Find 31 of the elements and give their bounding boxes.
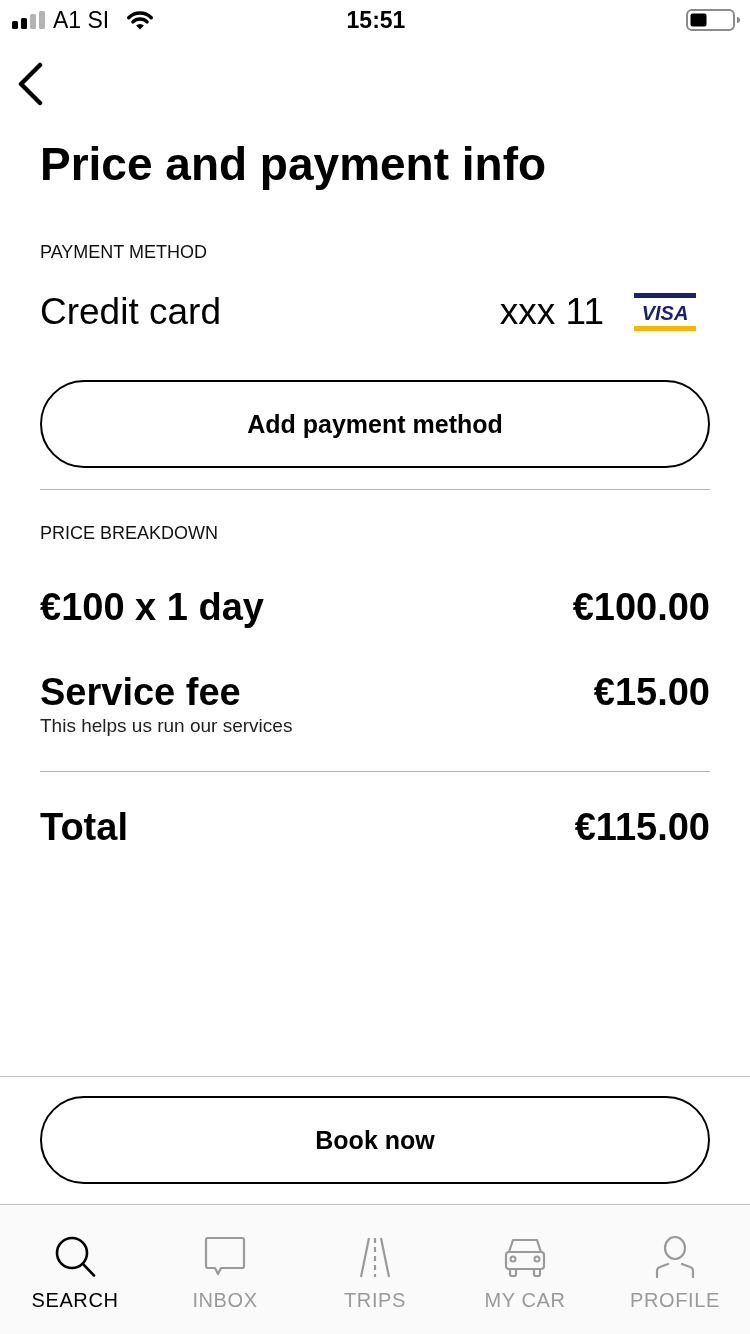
clock-time: 15:51	[346, 6, 406, 34]
book-now-button[interactable]: Book now	[40, 1096, 710, 1184]
price-item-label: €100 x 1 day	[40, 585, 264, 629]
section-label: PRICE BREAKDOWN	[40, 522, 220, 544]
price-item-amount: €100.00	[572, 585, 710, 629]
card-number: xxx 11	[499, 290, 604, 334]
fee-description: This helps us run our services	[40, 714, 294, 738]
card-brand-logo: VISA	[634, 293, 696, 331]
carrier-name: A1 SI	[53, 6, 110, 34]
back-chevron-icon	[16, 62, 44, 106]
price-item-label: Service fee	[40, 670, 241, 714]
chat-bubble-icon	[204, 1236, 246, 1278]
person-icon	[654, 1236, 696, 1278]
section-label: PAYMENT METHOD	[40, 241, 208, 263]
payment-method-name: Credit card	[40, 290, 222, 334]
tab-item[interactable]: SEARCH	[0, 1205, 150, 1334]
total-amount: €115.00	[574, 805, 710, 849]
price-item-amount: €15.00	[593, 670, 710, 714]
car-icon	[504, 1236, 546, 1278]
search-icon	[54, 1236, 96, 1278]
tab-item[interactable]: INBOX	[150, 1205, 300, 1334]
tab-item[interactable]: PROFILE	[600, 1205, 750, 1334]
battery-icon	[686, 9, 740, 31]
tab-item[interactable]: TRIPS	[300, 1205, 450, 1334]
signal-icon	[12, 11, 46, 29]
add-payment-method-button[interactable]: Add payment method	[40, 380, 710, 468]
back-button[interactable]	[16, 62, 44, 106]
total-label: Total	[40, 805, 128, 849]
wifi-icon	[126, 10, 155, 30]
tab-item[interactable]: MY CAR	[450, 1205, 600, 1334]
page-title: Price and payment info	[40, 137, 548, 192]
